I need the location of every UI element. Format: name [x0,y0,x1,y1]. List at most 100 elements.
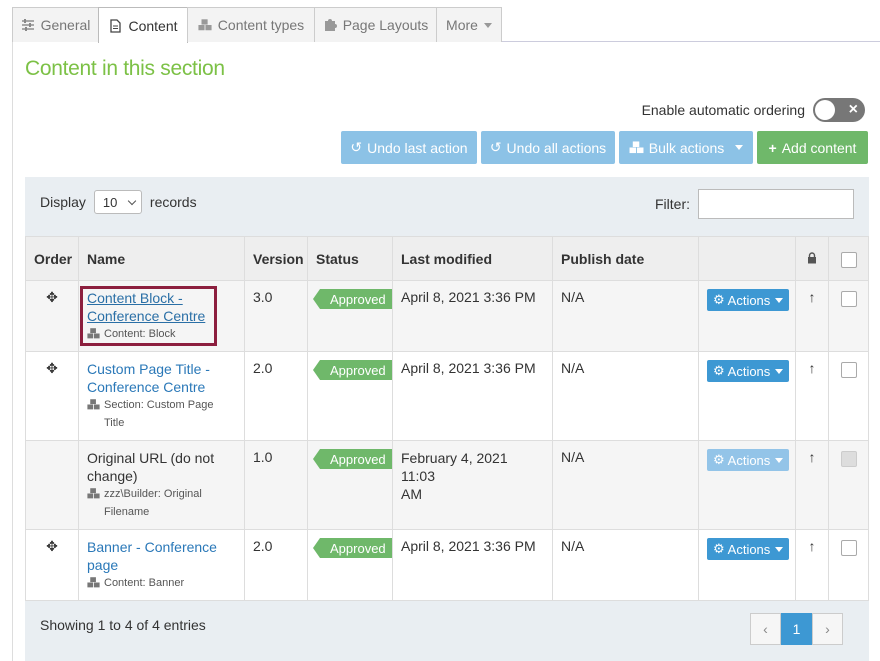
add-content-button[interactable]: + Add content [757,131,868,164]
drag-handle[interactable]: ✥ [25,280,79,352]
tab-content-types-label: Content types [217,17,305,33]
col-order[interactable]: Order [25,236,79,281]
move-up-icon[interactable]: ↑ [795,440,829,530]
content-type: Content: Block [87,325,236,343]
close-icon: × [848,101,858,118]
content-name: Original URL (do not change) [87,450,215,484]
actions-cell: ⚙ Actions [698,280,796,352]
content-link[interactable]: Banner - Conference page [87,538,236,574]
table-row: Original URL (do not change) zzz\Builder:… [25,440,869,530]
actions-button[interactable]: ⚙ Actions [707,538,790,560]
publish-cell: N/A [552,280,699,352]
status-cell: Approved [307,351,393,441]
col-lock [795,236,829,281]
move-up-icon[interactable]: ↑ [795,280,829,352]
page-1-button[interactable]: 1 [781,613,812,645]
row-checkbox[interactable] [840,362,857,378]
content-type: Content: Banner [87,574,236,592]
gear-icon: ⚙ [713,292,725,307]
chevron-down-icon [483,22,492,28]
publish-cell: N/A [552,351,699,441]
row-checkbox-disabled [840,451,857,467]
move-up-icon[interactable]: ↑ [795,529,829,601]
move-icon: ✥ [46,289,58,305]
actions-button-disabled: ⚙ Actions [707,449,790,471]
prev-page-button[interactable]: ‹ [750,613,781,645]
name-cell: Banner - Conference page Content: Banner [78,529,245,601]
left-border [12,41,13,661]
tab-content-types[interactable]: Content types [187,7,315,42]
modified-cell: April 8, 2021 3:36 PM [392,280,553,352]
undo-icon: ↺ [489,139,502,155]
tab-content-label: Content [128,17,178,34]
modified-cell: February 4, 2021 11:03 AM [392,440,553,530]
tab-page-layouts[interactable]: Page Layouts [314,7,437,42]
undo-all-label: Undo all actions [506,139,607,156]
add-content-label: Add content [781,139,857,156]
ordering-label: Enable automatic ordering [641,102,805,118]
status-cell: Approved [307,280,393,352]
drag-handle[interactable]: ✥ [25,529,79,601]
table-row: ✥ Banner - Conference page Content: Banne… [25,529,869,601]
name-cell: Content Block - Conference Centre Content… [78,280,245,352]
section-title: Content in this section [25,57,225,80]
lock-icon [808,251,816,263]
status-cell: Approved [307,529,393,601]
cubes-icon [87,399,100,410]
display-label: Display [40,194,86,210]
chevron-down-icon [775,546,784,552]
actions-cell: ⚙ Actions [698,440,796,530]
ordering-toggle[interactable]: × [813,98,865,122]
row-checkbox[interactable] [840,540,857,556]
gear-icon: ⚙ [713,541,725,556]
select-cell [828,280,869,352]
name-cell: Custom Page Title - Conference Centre Sec… [78,351,245,441]
cubes-icon [629,141,644,154]
filter: Filter: [655,189,854,219]
table-header: Order Name Version Status Last modified … [25,236,869,281]
status-badge: Approved [313,449,392,469]
records-value: 10 [102,194,118,210]
content-link[interactable]: Content Block - Conference Centre [87,289,236,325]
col-last-modified[interactable]: Last modified [392,236,553,281]
records-label: records [149,194,197,210]
undo-icon: ↺ [350,139,363,155]
chevron-down-icon [775,297,784,303]
row-checkbox[interactable] [840,291,857,307]
tab-bar: General Content Content types Page Layou… [12,7,880,43]
chevron-down-icon [735,145,744,150]
col-status[interactable]: Status [307,236,393,281]
pagination: ‹ 1 › [750,613,843,645]
drag-handle[interactable]: ✥ [25,351,79,441]
tab-general[interactable]: General [12,7,99,42]
actions-button[interactable]: ⚙ Actions [707,360,790,382]
filter-input[interactable] [698,189,854,219]
col-version[interactable]: Version [244,236,308,281]
content-link[interactable]: Custom Page Title - Conference Centre [87,360,236,396]
bulk-actions-button[interactable]: Bulk actions [619,131,753,164]
records-select[interactable]: 10 [93,190,142,214]
undo-last-button[interactable]: ↺ Undo last action [341,131,477,164]
select-all-checkbox[interactable] [840,251,857,268]
status-badge: Approved [313,360,392,380]
select-cell [828,440,869,530]
version-cell: 2.0 [244,529,308,601]
tab-more-label: More [446,17,478,33]
undo-all-button[interactable]: ↺ Undo all actions [481,131,615,164]
move-up-icon[interactable]: ↑ [795,351,829,441]
col-name[interactable]: Name [78,236,245,281]
tab-more[interactable]: More [436,7,502,42]
tab-page-layouts-label: Page Layouts [342,17,429,33]
toggle-knob [815,100,835,120]
chevron-down-icon [775,368,784,374]
col-publish-date[interactable]: Publish date [552,236,699,281]
tab-content[interactable]: Content [98,7,188,43]
tab-general-label: General [40,17,91,33]
publish-cell: N/A [552,529,699,601]
select-cell [828,529,869,601]
drag-handle-empty [25,440,79,530]
entries-info: Showing 1 to 4 of 4 entries [40,617,206,633]
next-page-button[interactable]: › [812,613,843,645]
actions-button[interactable]: ⚙ Actions [707,289,790,311]
status-cell: Approved [307,440,393,530]
